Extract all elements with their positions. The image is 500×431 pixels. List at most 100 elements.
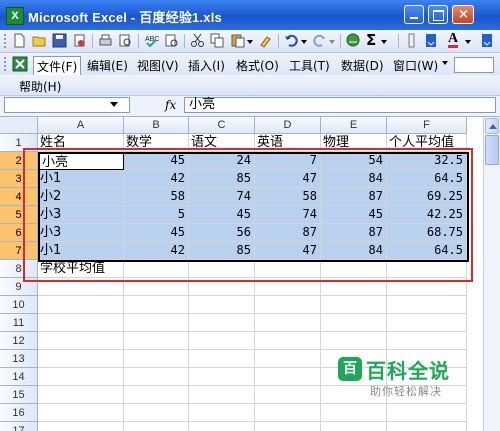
cell[interactable]	[255, 296, 321, 314]
row-header-8[interactable]: 8	[0, 260, 38, 278]
cell[interactable]	[38, 404, 124, 422]
menu-file[interactable]: 文件(F)	[33, 56, 82, 77]
cell[interactable]	[189, 260, 255, 278]
cell[interactable]	[124, 350, 189, 368]
toolbar-grip[interactable]	[4, 34, 9, 48]
permission-icon[interactable]	[72, 33, 87, 48]
cell[interactable]	[38, 314, 124, 332]
menu-tools[interactable]: 工具(T)	[286, 56, 333, 75]
score-cell[interactable]: 58	[124, 188, 189, 206]
score-cell[interactable]: 69.25	[387, 188, 467, 206]
score-cell[interactable]: 42	[124, 170, 189, 188]
help-question-box[interactable]	[454, 57, 494, 73]
row-header-13[interactable]: 13	[0, 350, 38, 368]
cell[interactable]	[387, 404, 467, 422]
score-cell[interactable]: 56	[189, 224, 255, 242]
row-header-3[interactable]: 3	[0, 170, 38, 188]
menu-help[interactable]: 帮助(H)	[16, 77, 64, 96]
minimize-button[interactable]	[404, 5, 424, 24]
cell[interactable]	[38, 368, 124, 386]
cell[interactable]	[387, 260, 467, 278]
toolbar-overflow-icon[interactable]	[480, 33, 495, 48]
column-header-a[interactable]: A	[38, 117, 124, 134]
select-all-corner[interactable]	[0, 117, 38, 134]
cell[interactable]	[38, 422, 124, 431]
cut-icon[interactable]	[190, 33, 205, 48]
column-header-f[interactable]: F	[387, 117, 467, 134]
cell[interactable]	[255, 368, 321, 386]
maximize-button[interactable]	[428, 5, 448, 24]
menu-format[interactable]: 格式(O)	[233, 56, 282, 75]
row-header-16[interactable]: 16	[0, 404, 38, 422]
format-painter-icon[interactable]	[258, 33, 273, 48]
scroll-up-button[interactable]	[485, 118, 499, 134]
header-cell[interactable]: 数学	[124, 134, 189, 152]
score-cell[interactable]: 45	[321, 206, 387, 224]
cell[interactable]	[321, 404, 387, 422]
score-cell[interactable]: 87	[255, 224, 321, 242]
score-cell[interactable]: 64.5	[387, 242, 467, 260]
menubar-grip[interactable]	[4, 57, 9, 71]
cell[interactable]	[189, 314, 255, 332]
formula-input[interactable]: 小亮	[184, 97, 496, 113]
cell[interactable]	[189, 404, 255, 422]
cell[interactable]	[124, 386, 189, 404]
score-cell[interactable]: 84	[321, 242, 387, 260]
name-cell[interactable]: 小3	[38, 206, 124, 224]
row-header-17[interactable]: 17	[0, 422, 38, 431]
header-cell[interactable]: 姓名	[38, 134, 124, 152]
undo-icon[interactable]	[284, 33, 299, 48]
scroll-thumb[interactable]	[485, 135, 499, 165]
score-cell[interactable]: 47	[255, 170, 321, 188]
cell[interactable]	[387, 422, 467, 431]
save-icon[interactable]	[52, 33, 67, 48]
new-file-icon[interactable]	[12, 33, 27, 48]
score-cell[interactable]: 42.25	[387, 206, 467, 224]
cell[interactable]	[387, 278, 467, 296]
cell[interactable]	[189, 350, 255, 368]
cell[interactable]	[38, 350, 124, 368]
score-cell[interactable]: 85	[189, 242, 255, 260]
cell[interactable]	[38, 278, 124, 296]
row-header-14[interactable]: 14	[0, 368, 38, 386]
active-cell[interactable]: 小亮	[38, 152, 125, 171]
cell[interactable]	[321, 278, 387, 296]
cell[interactable]	[387, 314, 467, 332]
cell[interactable]	[189, 332, 255, 350]
toolbar-options-icon[interactable]	[424, 33, 439, 48]
row-header-1[interactable]: 1	[0, 134, 38, 152]
name-cell[interactable]: 小2	[38, 188, 124, 206]
cell[interactable]	[124, 296, 189, 314]
autosum-icon[interactable]: Σ	[366, 31, 376, 49]
cell[interactable]	[255, 422, 321, 431]
cell[interactable]	[321, 260, 387, 278]
name-cell[interactable]: 小3	[38, 224, 124, 242]
row-header-12[interactable]: 12	[0, 332, 38, 350]
cell[interactable]	[321, 332, 387, 350]
cell[interactable]	[189, 296, 255, 314]
cell[interactable]	[189, 278, 255, 296]
cell[interactable]	[387, 296, 467, 314]
cell[interactable]	[255, 332, 321, 350]
paste-dropdown-arrow[interactable]	[247, 40, 253, 44]
menu-insert[interactable]: 插入(I)	[185, 56, 228, 75]
name-cell[interactable]: 小1	[38, 242, 124, 260]
cell[interactable]	[124, 368, 189, 386]
score-cell[interactable]: 45	[124, 224, 189, 242]
score-cell[interactable]: 42	[124, 242, 189, 260]
row-header-10[interactable]: 10	[0, 296, 38, 314]
row-header-6[interactable]: 6	[0, 224, 38, 242]
cell[interactable]	[387, 332, 467, 350]
insert-function-icon[interactable]: fx	[165, 98, 176, 112]
open-folder-icon[interactable]	[32, 33, 47, 48]
cell[interactable]	[124, 404, 189, 422]
score-cell[interactable]: 45	[189, 206, 255, 224]
score-cell[interactable]: 64.5	[387, 170, 467, 188]
excel-app-icon[interactable]: X	[6, 7, 24, 25]
research-icon[interactable]	[164, 33, 179, 48]
column-header-d[interactable]: D	[255, 117, 321, 134]
menu-data[interactable]: 数据(D)	[338, 56, 387, 75]
cell[interactable]	[124, 260, 189, 278]
name-cell[interactable]: 小1	[38, 170, 124, 188]
score-cell[interactable]: 54	[321, 152, 387, 170]
